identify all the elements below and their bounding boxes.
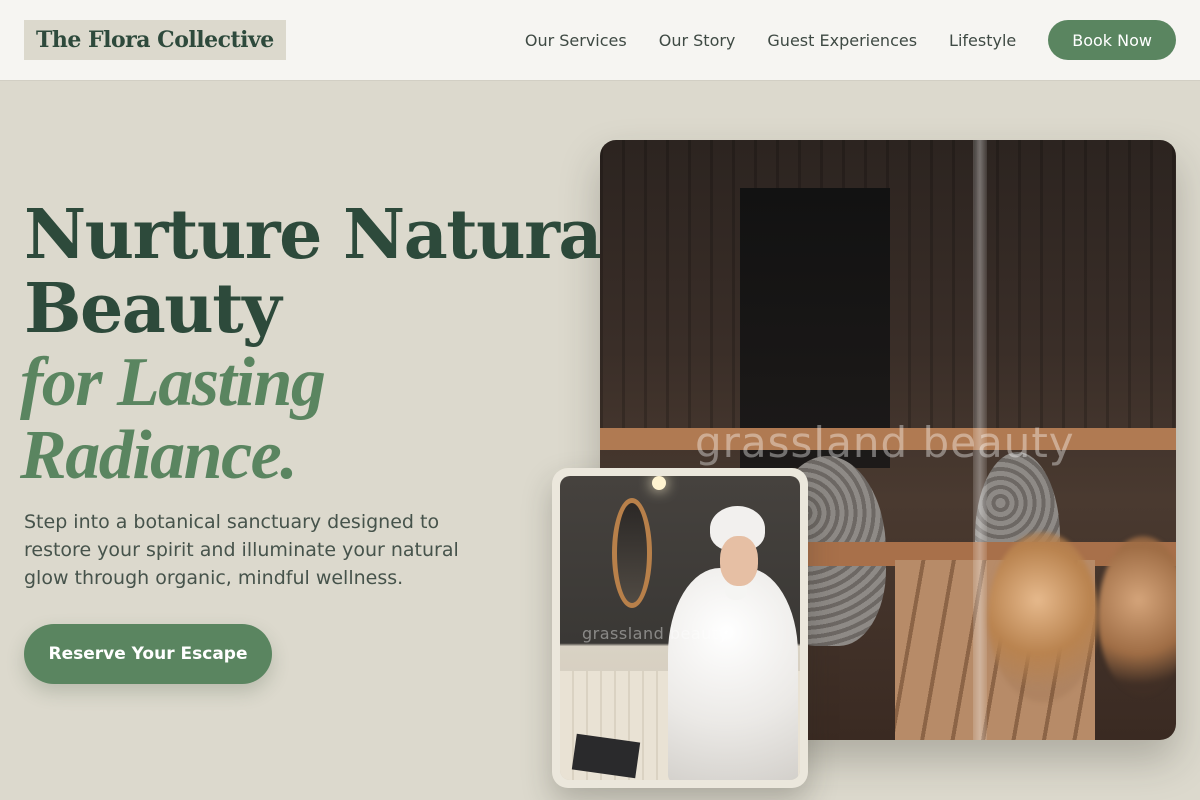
door-handle-blur xyxy=(988,532,1098,702)
guest-photo-card: grassland beauty xyxy=(552,468,808,788)
headline-line-2: Beauty xyxy=(24,269,282,349)
nav-our-services[interactable]: Our Services xyxy=(525,31,627,50)
oval-mirror xyxy=(612,498,652,608)
headline-italic-line-1: for Lasting xyxy=(20,344,326,421)
site-header: The Flora Collective Our Services Our St… xyxy=(0,0,1200,81)
card-watermark: grassland beauty xyxy=(582,624,729,643)
headline-line-1: Nurture Natural xyxy=(24,195,627,275)
reserve-escape-button[interactable]: Reserve Your Escape xyxy=(24,624,272,684)
book-now-button[interactable]: Book Now xyxy=(1048,20,1176,60)
ceiling-lamp xyxy=(652,476,666,490)
hero-subtitle: Step into a botanical sanctuary designed… xyxy=(24,511,459,589)
nav-guest-experiences[interactable]: Guest Experiences xyxy=(767,31,917,50)
nav-lifestyle[interactable]: Lifestyle xyxy=(949,31,1016,50)
brand-logo[interactable]: The Flora Collective xyxy=(24,20,286,60)
image-watermark: grassland beauty xyxy=(695,418,1075,467)
hero-headline: Nurture Natural Beauty for Lasting Radia… xyxy=(20,195,627,492)
headline-italic-line-2: Radiance. xyxy=(20,417,298,494)
main-nav: Our Services Our Story Guest Experiences… xyxy=(525,20,1176,60)
guest-face xyxy=(720,536,758,586)
guest-photo: grassland beauty xyxy=(560,476,800,780)
nav-our-story[interactable]: Our Story xyxy=(659,31,736,50)
